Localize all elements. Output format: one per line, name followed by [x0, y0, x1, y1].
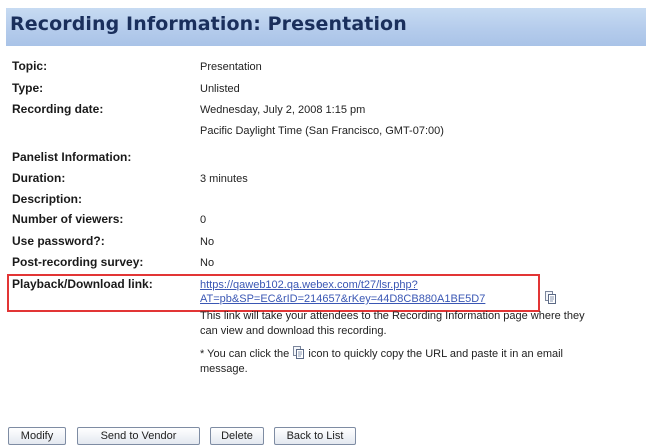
label-playback-download-link: Playback/Download link:: [12, 277, 153, 291]
value-type: Unlisted: [200, 83, 240, 95]
playback-link-line2[interactable]: AT=pb&SP=EC&rID=214657&rKey=44D8CB880A1B…: [200, 293, 485, 305]
value-recording-date: Wednesday, July 2, 2008 1:15 pm: [200, 104, 366, 116]
title-bar: Recording Information: Presentation: [6, 8, 646, 46]
copy-icon[interactable]: [545, 291, 556, 304]
label-topic: Topic:: [12, 59, 48, 73]
value-duration: 3 minutes: [200, 173, 248, 185]
back-to-list-button[interactable]: Back to List: [274, 427, 356, 445]
info-line2: can view and download this recording.: [200, 325, 387, 337]
value-number-of-viewers: 0: [200, 214, 207, 226]
playback-link-line1[interactable]: https://qaweb102.qa.webex.com/t27/lsr.ph…: [200, 279, 418, 291]
copy-tip: * You can click the icon to quickly copy…: [200, 346, 563, 362]
copy-tip-suffix: icon to quickly copy the URL and paste i…: [308, 348, 563, 360]
delete-button[interactable]: Delete: [210, 427, 264, 445]
page-title: Recording Information: Presentation: [10, 13, 407, 35]
value-use-password: No: [200, 236, 215, 248]
value-timezone: Pacific Daylight Time (San Francisco, GM…: [200, 125, 444, 137]
value-post-recording-survey: No: [200, 257, 215, 269]
info-line1: This link will take your attendees to th…: [200, 310, 585, 322]
modify-button[interactable]: Modify: [8, 427, 66, 445]
label-recording-date: Recording date:: [12, 102, 104, 116]
label-post-recording-survey: Post-recording survey:: [12, 255, 144, 269]
copy-tip-line2: message.: [200, 363, 248, 375]
label-duration: Duration:: [12, 171, 66, 185]
label-panelist-information: Panelist Information:: [12, 150, 132, 164]
value-topic: Presentation: [200, 61, 262, 73]
copy-icon-inline: [293, 346, 305, 359]
copy-tip-prefix: * You can click the: [200, 348, 290, 360]
label-use-password: Use password?:: [12, 234, 105, 248]
label-type: Type:: [12, 81, 44, 95]
label-description: Description:: [12, 192, 83, 206]
label-number-of-viewers: Number of viewers:: [12, 212, 124, 226]
send-to-vendor-button[interactable]: Send to Vendor: [77, 427, 200, 445]
